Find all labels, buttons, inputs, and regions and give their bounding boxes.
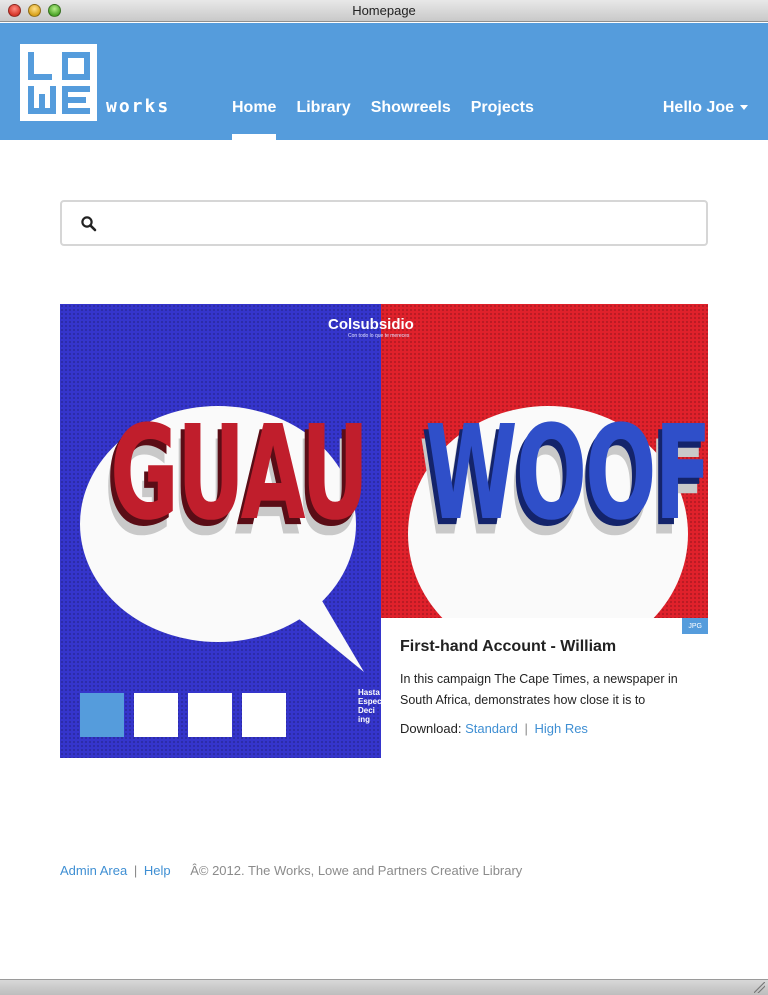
copyright-text: Â© 2012. The Works, Lowe and Partners Cr… — [190, 863, 523, 878]
user-menu[interactable]: Hello Joe — [663, 99, 748, 117]
window-statusbar — [0, 979, 768, 995]
item-info-panel: JPG First-hand Account - William In this… — [381, 618, 708, 758]
thumbnail-4[interactable] — [242, 693, 286, 737]
site-header: L O W E works Home Library Showreels Pro… — [0, 23, 768, 140]
featured-item: GUAU Hasta Espec Deci ing Colsubsidio Co… — [60, 304, 708, 758]
item-description: In this campaign The Cape Times, a newsp… — [400, 672, 678, 707]
search-icon — [81, 216, 97, 232]
window-titlebar: Homepage — [0, 0, 768, 22]
file-type-badge: JPG — [682, 618, 708, 634]
lowe-logo[interactable]: L O W E — [20, 44, 97, 121]
lowe-logo-mark — [20, 44, 97, 121]
user-greeting: Hello Joe — [662, 99, 734, 116]
footer-separator: | — [133, 863, 138, 878]
nav-home[interactable]: Home — [222, 23, 286, 140]
resize-handle-icon[interactable] — [754, 982, 765, 993]
item-title[interactable]: First-hand Account - William — [400, 638, 708, 656]
nav-showreels[interactable]: Showreels — [361, 23, 461, 140]
thumbnail-3[interactable] — [188, 693, 232, 737]
caret-down-icon — [740, 105, 748, 111]
download-standard-link[interactable]: Standard — [465, 721, 518, 736]
download-label: Download: — [400, 721, 462, 736]
brand-tagline: Con todo lo que te mereces — [348, 333, 410, 339]
search-input[interactable] — [108, 208, 698, 238]
brand-logo-text: Colsubsidio — [328, 316, 414, 333]
thumbnail-selector — [80, 693, 286, 737]
thumbnail-1[interactable] — [80, 693, 124, 737]
download-links: Download: Standard | High Res — [400, 721, 708, 736]
image-word-guau: GUAU — [110, 397, 369, 549]
feature-image-left: GUAU Hasta Espec Deci ing — [60, 304, 382, 758]
download-highres-link[interactable]: High Res — [534, 721, 587, 736]
download-separator: | — [524, 721, 528, 736]
image-side-text: Hasta Espec Deci ing — [358, 688, 382, 724]
main-nav: Home Library Showreels Projects — [222, 23, 544, 140]
image-word-woof: WOOF — [425, 397, 708, 549]
search-box[interactable] — [60, 200, 708, 246]
help-link[interactable]: Help — [144, 863, 171, 878]
logo-works-text: works — [106, 96, 171, 117]
site-footer: Admin Area | Help Â© 2012. The Works, Lo… — [60, 863, 522, 878]
window-title: Homepage — [352, 3, 416, 18]
thumbnail-2[interactable] — [134, 693, 178, 737]
nav-projects[interactable]: Projects — [461, 23, 544, 140]
nav-library[interactable]: Library — [286, 23, 360, 140]
admin-area-link[interactable]: Admin Area — [60, 863, 127, 878]
